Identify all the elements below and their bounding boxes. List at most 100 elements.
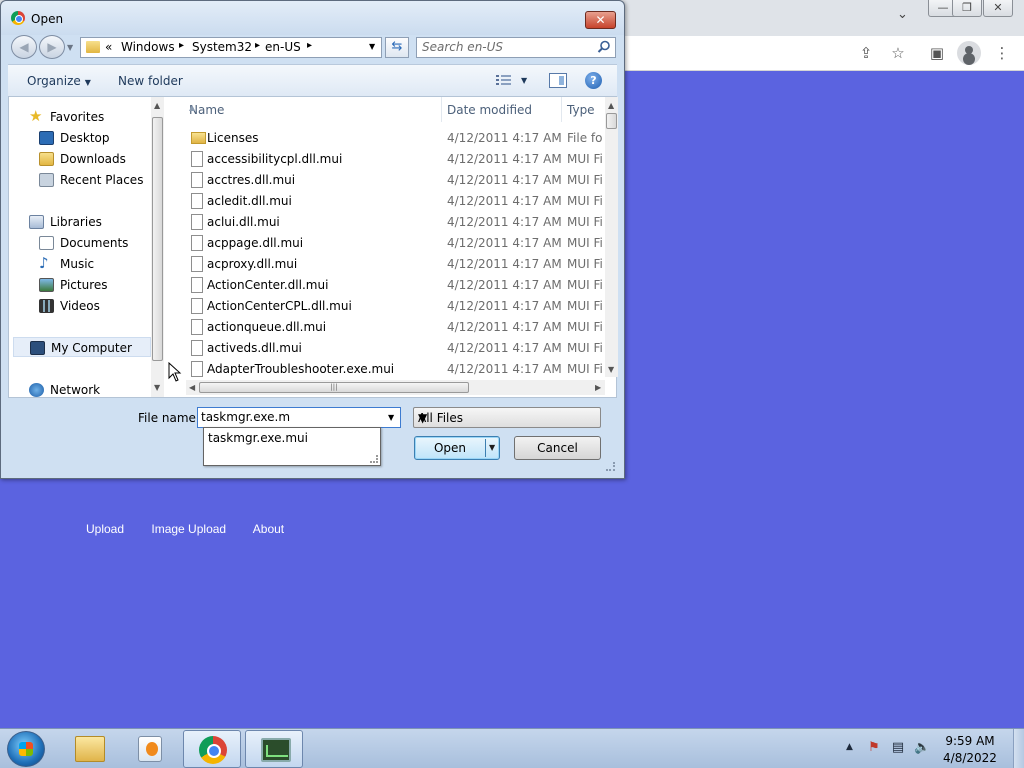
breadcrumb-system32[interactable]: System32	[192, 40, 252, 54]
clock-date[interactable]: 4/8/2022	[935, 751, 1005, 765]
search-input[interactable]	[422, 40, 592, 54]
network-tray-icon[interactable]: ▤	[890, 740, 906, 756]
show-hidden-icons-icon[interactable]: ▲	[846, 742, 853, 752]
pane-splitter[interactable]	[164, 97, 186, 397]
file-name-cell: aclui.dll.mui	[207, 215, 280, 229]
open-options-dropdown-icon[interactable]: ▼	[489, 443, 495, 452]
view-options-dropdown-icon[interactable]: ▼	[521, 76, 527, 85]
file-name-input[interactable]	[201, 410, 381, 424]
table-row[interactable]: ActionCenterCPL.dll.mui 4/12/2011 4:17 AM…	[186, 296, 606, 317]
table-row[interactable]: ActionCenter.dll.mui 4/12/2011 4:17 AM MUI…	[186, 275, 606, 296]
breadcrumb-separator-icon[interactable]: ▸	[307, 40, 312, 51]
table-row[interactable]: acledit.dll.mui 4/12/2011 4:17 AM MUI Fi	[186, 191, 606, 212]
nav-pane-scrollbar[interactable]: ▲ ▼	[151, 97, 164, 397]
scrollbar-thumb[interactable]: |||	[199, 382, 469, 393]
table-row[interactable]: acppage.dll.mui 4/12/2011 4:17 AM MUI Fi	[186, 233, 606, 254]
browser-menu-icon[interactable]: ⋮	[991, 42, 1013, 64]
breadcrumb-separator-icon[interactable]: ▸	[179, 40, 184, 51]
column-header-name[interactable]: Name ▲	[186, 97, 442, 122]
nav-favorites[interactable]: ★ Favorites	[9, 107, 154, 127]
organize-button[interactable]: Organize ▼	[27, 74, 91, 88]
breadcrumb-separator-icon[interactable]: ▸	[255, 40, 260, 51]
resize-grip-icon[interactable]	[370, 455, 378, 463]
scroll-left-arrow-icon[interactable]: ◀	[189, 383, 195, 392]
nav-documents[interactable]: Documents	[9, 233, 154, 253]
new-folder-button[interactable]: New folder	[118, 74, 183, 88]
table-row[interactable]: acctres.dll.mui 4/12/2011 4:17 AM MUI Fi	[186, 170, 606, 191]
scroll-down-arrow-icon[interactable]: ▼	[608, 365, 614, 374]
bookmark-star-icon[interactable]: ☆	[887, 42, 909, 64]
nav-recent-places[interactable]: Recent Places	[9, 170, 154, 190]
browser-restore-button[interactable]: ❐	[952, 0, 982, 17]
table-row[interactable]: acproxy.dll.mui 4/12/2011 4:17 AM MUI Fi	[186, 254, 606, 275]
recent-locations-dropdown-icon[interactable]: ▼	[67, 43, 73, 52]
file-type-select[interactable]: All Files ▼	[413, 407, 601, 428]
nav-downloads[interactable]: Downloads	[9, 149, 154, 169]
dialog-resize-grip-icon[interactable]	[606, 462, 615, 471]
volume-icon[interactable]: 🔈	[914, 740, 930, 756]
table-row[interactable]: aclui.dll.mui 4/12/2011 4:17 AM MUI Fi	[186, 212, 606, 233]
taskbar-system-monitor[interactable]	[245, 730, 303, 768]
nav-music[interactable]: ♪ Music	[9, 254, 154, 274]
scroll-right-arrow-icon[interactable]: ▶	[595, 383, 601, 392]
nav-pictures[interactable]: Pictures	[9, 275, 154, 295]
breadcrumb-en-us[interactable]: en-US	[265, 40, 301, 54]
table-row[interactable]: accessibilitycpl.dll.mui 4/12/2011 4:17 A…	[186, 149, 606, 170]
file-type-cell: MUI Fi	[567, 299, 603, 313]
table-row[interactable]: Licenses 4/12/2011 4:17 AM File fol	[186, 128, 606, 149]
breadcrumb-windows[interactable]: Windows	[121, 40, 175, 54]
dialog-title-bar[interactable]: Open ✕	[1, 1, 624, 35]
scroll-up-arrow-icon[interactable]: ▲	[608, 101, 614, 110]
column-header-date[interactable]: Date modified	[442, 97, 562, 122]
file-list-scrollbar[interactable]: ▲ ▼	[605, 97, 618, 377]
scrollbar-thumb[interactable]	[606, 113, 617, 129]
scroll-down-arrow-icon[interactable]: ▼	[154, 383, 160, 392]
dialog-close-button[interactable]: ✕	[585, 11, 616, 29]
address-dropdown-icon[interactable]: ▼	[369, 42, 375, 51]
forward-button[interactable]: ▶	[39, 35, 65, 59]
file-name-combobox[interactable]: ▼	[197, 407, 401, 428]
scroll-up-arrow-icon[interactable]: ▲	[154, 101, 160, 110]
share-icon[interactable]: ⇪	[855, 42, 877, 64]
side-panel-icon[interactable]: ▣	[926, 42, 948, 64]
help-icon[interactable]: ?	[585, 72, 602, 89]
nav-network[interactable]: Network	[9, 380, 154, 397]
nav-link-about[interactable]: About	[253, 522, 284, 536]
refresh-button[interactable]: ⇆	[385, 37, 409, 58]
file-list-horizontal-scrollbar[interactable]: ◀ ||| ▶	[186, 380, 605, 395]
change-view-icon[interactable]	[495, 73, 513, 87]
table-row[interactable]: actionqueue.dll.mui 4/12/2011 4:17 AM MUI …	[186, 317, 606, 338]
file-name-dropdown-icon[interactable]: ▼	[388, 413, 394, 422]
nav-desktop[interactable]: Desktop	[9, 128, 154, 148]
start-button[interactable]	[7, 731, 45, 767]
preview-pane-icon[interactable]	[549, 73, 567, 88]
tab-search-chevron-icon[interactable]: ⌄	[897, 7, 913, 23]
taskbar-media-player[interactable]	[120, 730, 178, 768]
action-center-flag-icon[interactable]: ⚑	[866, 740, 882, 756]
clock-time[interactable]: 9:59 AM	[935, 734, 1005, 748]
scrollbar-thumb[interactable]	[152, 117, 163, 361]
cancel-button[interactable]: Cancel	[514, 436, 601, 460]
nav-link-image-upload[interactable]: Image Upload	[151, 522, 226, 536]
back-button[interactable]: ◀	[11, 35, 37, 59]
nav-my-computer[interactable]: My Computer	[13, 337, 151, 357]
file-type-cell: MUI Fi	[567, 257, 603, 271]
autocomplete-suggestion[interactable]: taskmgr.exe.mui	[208, 431, 308, 445]
table-row[interactable]: AdapterTroubleshooter.exe.mui 4/12/2011 4…	[186, 359, 606, 380]
search-icon[interactable]	[597, 40, 611, 54]
nav-libraries[interactable]: Libraries	[9, 212, 154, 232]
show-desktop-button[interactable]	[1013, 729, 1024, 768]
nav-videos[interactable]: Videos	[9, 296, 154, 316]
address-overflow-chevron[interactable]: «	[105, 40, 112, 54]
table-row[interactable]: activeds.dll.mui 4/12/2011 4:17 AM MUI Fi	[186, 338, 606, 359]
taskbar-chrome[interactable]	[183, 730, 241, 768]
profile-avatar[interactable]	[957, 41, 981, 65]
taskbar-explorer[interactable]	[60, 730, 118, 768]
browser-close-button[interactable]: ✕	[983, 0, 1013, 17]
mouse-pointer-icon	[168, 362, 182, 382]
search-box[interactable]	[416, 37, 616, 58]
nav-link-upload[interactable]: Upload	[86, 522, 124, 536]
column-header-type[interactable]: Type	[562, 97, 606, 122]
address-bar[interactable]: « Windows ▸ System32 ▸ en-US ▸ ▼	[80, 37, 382, 58]
open-button[interactable]: Open ▼	[414, 436, 500, 460]
